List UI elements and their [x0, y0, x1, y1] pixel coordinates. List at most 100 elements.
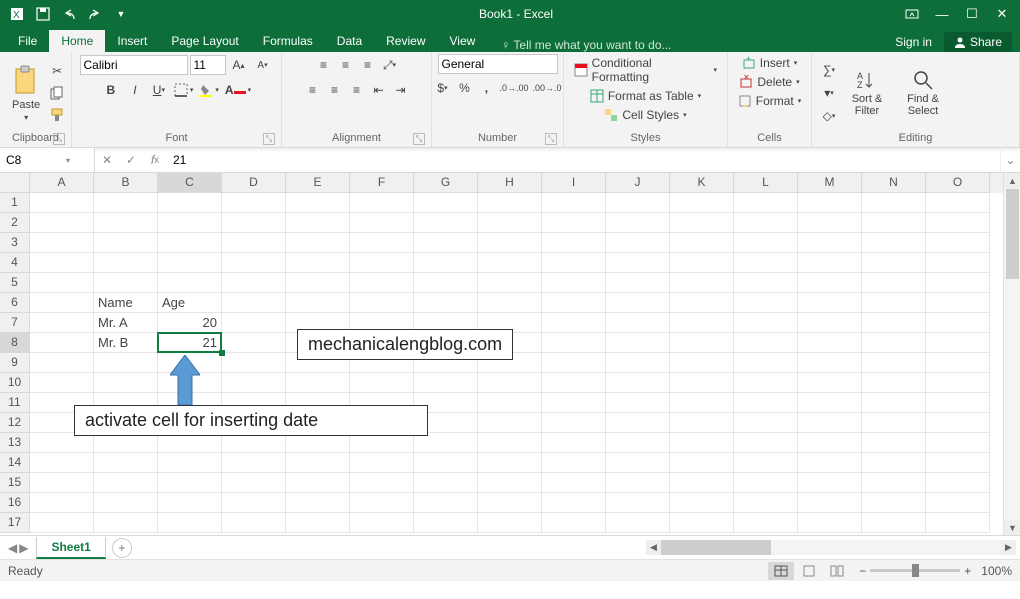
col-header-H[interactable]: H [478, 173, 542, 193]
scroll-right-icon[interactable]: ▶ [1001, 540, 1016, 555]
cell-E17[interactable] [286, 513, 350, 533]
col-header-C[interactable]: C [158, 173, 222, 193]
cell-J3[interactable] [606, 233, 670, 253]
col-header-F[interactable]: F [350, 173, 414, 193]
cell-A15[interactable] [30, 473, 94, 493]
cell-N16[interactable] [862, 493, 926, 513]
new-sheet-button[interactable]: + [112, 538, 132, 558]
cell-G6[interactable] [414, 293, 478, 313]
tab-file[interactable]: File [6, 30, 49, 52]
horizontal-scrollbar[interactable]: ◀ ▶ [132, 540, 1020, 555]
cell-C3[interactable] [158, 233, 222, 253]
cell-G1[interactable] [414, 193, 478, 213]
decrease-indent-icon[interactable]: ⇤ [369, 80, 389, 100]
cell-B17[interactable] [94, 513, 158, 533]
cell-E14[interactable] [286, 453, 350, 473]
cell-M10[interactable] [798, 373, 862, 393]
cell-E4[interactable] [286, 253, 350, 273]
copy-icon[interactable] [47, 83, 67, 103]
zoom-slider[interactable] [870, 569, 960, 572]
tell-me[interactable]: ♀ Tell me what you want to do... [487, 38, 671, 52]
fill-color-icon[interactable]: ▾ [198, 80, 220, 100]
sort-filter-button[interactable]: AZ Sort & Filter [840, 67, 894, 119]
cell-O2[interactable] [926, 213, 990, 233]
cell-F6[interactable] [350, 293, 414, 313]
cell-D9[interactable] [222, 353, 286, 373]
cell-J11[interactable] [606, 393, 670, 413]
cell-N4[interactable] [862, 253, 926, 273]
paste-button[interactable]: Paste ▾ [6, 63, 46, 124]
select-all-button[interactable] [0, 173, 30, 193]
cell-J5[interactable] [606, 273, 670, 293]
cell-D13[interactable] [222, 433, 286, 453]
cell-I4[interactable] [542, 253, 606, 273]
cell-H6[interactable] [478, 293, 542, 313]
cell-B3[interactable] [94, 233, 158, 253]
col-header-E[interactable]: E [286, 173, 350, 193]
font-name-combo[interactable] [80, 55, 188, 75]
scroll-left-icon[interactable]: ◀ [646, 540, 661, 555]
cell-J9[interactable] [606, 353, 670, 373]
cut-icon[interactable]: ✂ [47, 61, 67, 81]
cell-I3[interactable] [542, 233, 606, 253]
cell-M9[interactable] [798, 353, 862, 373]
cell-L7[interactable] [734, 313, 798, 333]
cell-I17[interactable] [542, 513, 606, 533]
cell-L14[interactable] [734, 453, 798, 473]
cell-A14[interactable] [30, 453, 94, 473]
col-header-L[interactable]: L [734, 173, 798, 193]
cell-I8[interactable] [542, 333, 606, 353]
alignment-dialog-icon[interactable]: ⤡ [413, 133, 425, 145]
cell-F3[interactable] [350, 233, 414, 253]
cell-F15[interactable] [350, 473, 414, 493]
cell-G15[interactable] [414, 473, 478, 493]
cell-K2[interactable] [670, 213, 734, 233]
cell-I6[interactable] [542, 293, 606, 313]
cell-G10[interactable] [414, 373, 478, 393]
cell-J4[interactable] [606, 253, 670, 273]
row-header-15[interactable]: 15 [0, 473, 30, 493]
cell-M4[interactable] [798, 253, 862, 273]
clear-icon[interactable]: ◇▾ [819, 106, 839, 126]
align-bottom-icon[interactable]: ≡ [358, 55, 378, 75]
minimize-icon[interactable]: — [930, 3, 954, 25]
cell-C8[interactable]: 21 [158, 333, 222, 353]
tab-review[interactable]: Review [374, 30, 437, 52]
cell-O7[interactable] [926, 313, 990, 333]
app-icon[interactable]: X [6, 3, 28, 25]
cell-O11[interactable] [926, 393, 990, 413]
cell-J7[interactable] [606, 313, 670, 333]
cell-A10[interactable] [30, 373, 94, 393]
cell-A13[interactable] [30, 433, 94, 453]
cell-H17[interactable] [478, 513, 542, 533]
cell-J2[interactable] [606, 213, 670, 233]
cell-B15[interactable] [94, 473, 158, 493]
cell-O5[interactable] [926, 273, 990, 293]
cell-M6[interactable] [798, 293, 862, 313]
cell-A1[interactable] [30, 193, 94, 213]
cell-C17[interactable] [158, 513, 222, 533]
cell-A3[interactable] [30, 233, 94, 253]
sheet-nav-next-icon[interactable]: ▶ [19, 541, 28, 555]
cell-K15[interactable] [670, 473, 734, 493]
cell-B13[interactable] [94, 433, 158, 453]
row-header-8[interactable]: 8 [0, 333, 30, 353]
grid-rows[interactable]: 123456NameAge7Mr. A208Mr. B2191011121314… [0, 193, 1003, 533]
close-icon[interactable]: ✕ [990, 3, 1014, 25]
scroll-up-icon[interactable]: ▲ [1004, 173, 1020, 188]
increase-decimal-icon[interactable]: .0→.00 [498, 78, 529, 98]
cell-F10[interactable] [350, 373, 414, 393]
row-header-2[interactable]: 2 [0, 213, 30, 233]
cell-D15[interactable] [222, 473, 286, 493]
cell-M1[interactable] [798, 193, 862, 213]
cell-K8[interactable] [670, 333, 734, 353]
col-header-O[interactable]: O [926, 173, 990, 193]
cell-O6[interactable] [926, 293, 990, 313]
fx-icon[interactable]: fx [143, 153, 167, 167]
tab-page-layout[interactable]: Page Layout [159, 30, 250, 52]
sheet-nav-prev-icon[interactable]: ◀ [8, 541, 17, 555]
cell-E15[interactable] [286, 473, 350, 493]
cell-L3[interactable] [734, 233, 798, 253]
font-color-icon[interactable]: A▾ [224, 80, 252, 100]
expand-formula-bar-icon[interactable]: ⌄ [1000, 148, 1020, 172]
